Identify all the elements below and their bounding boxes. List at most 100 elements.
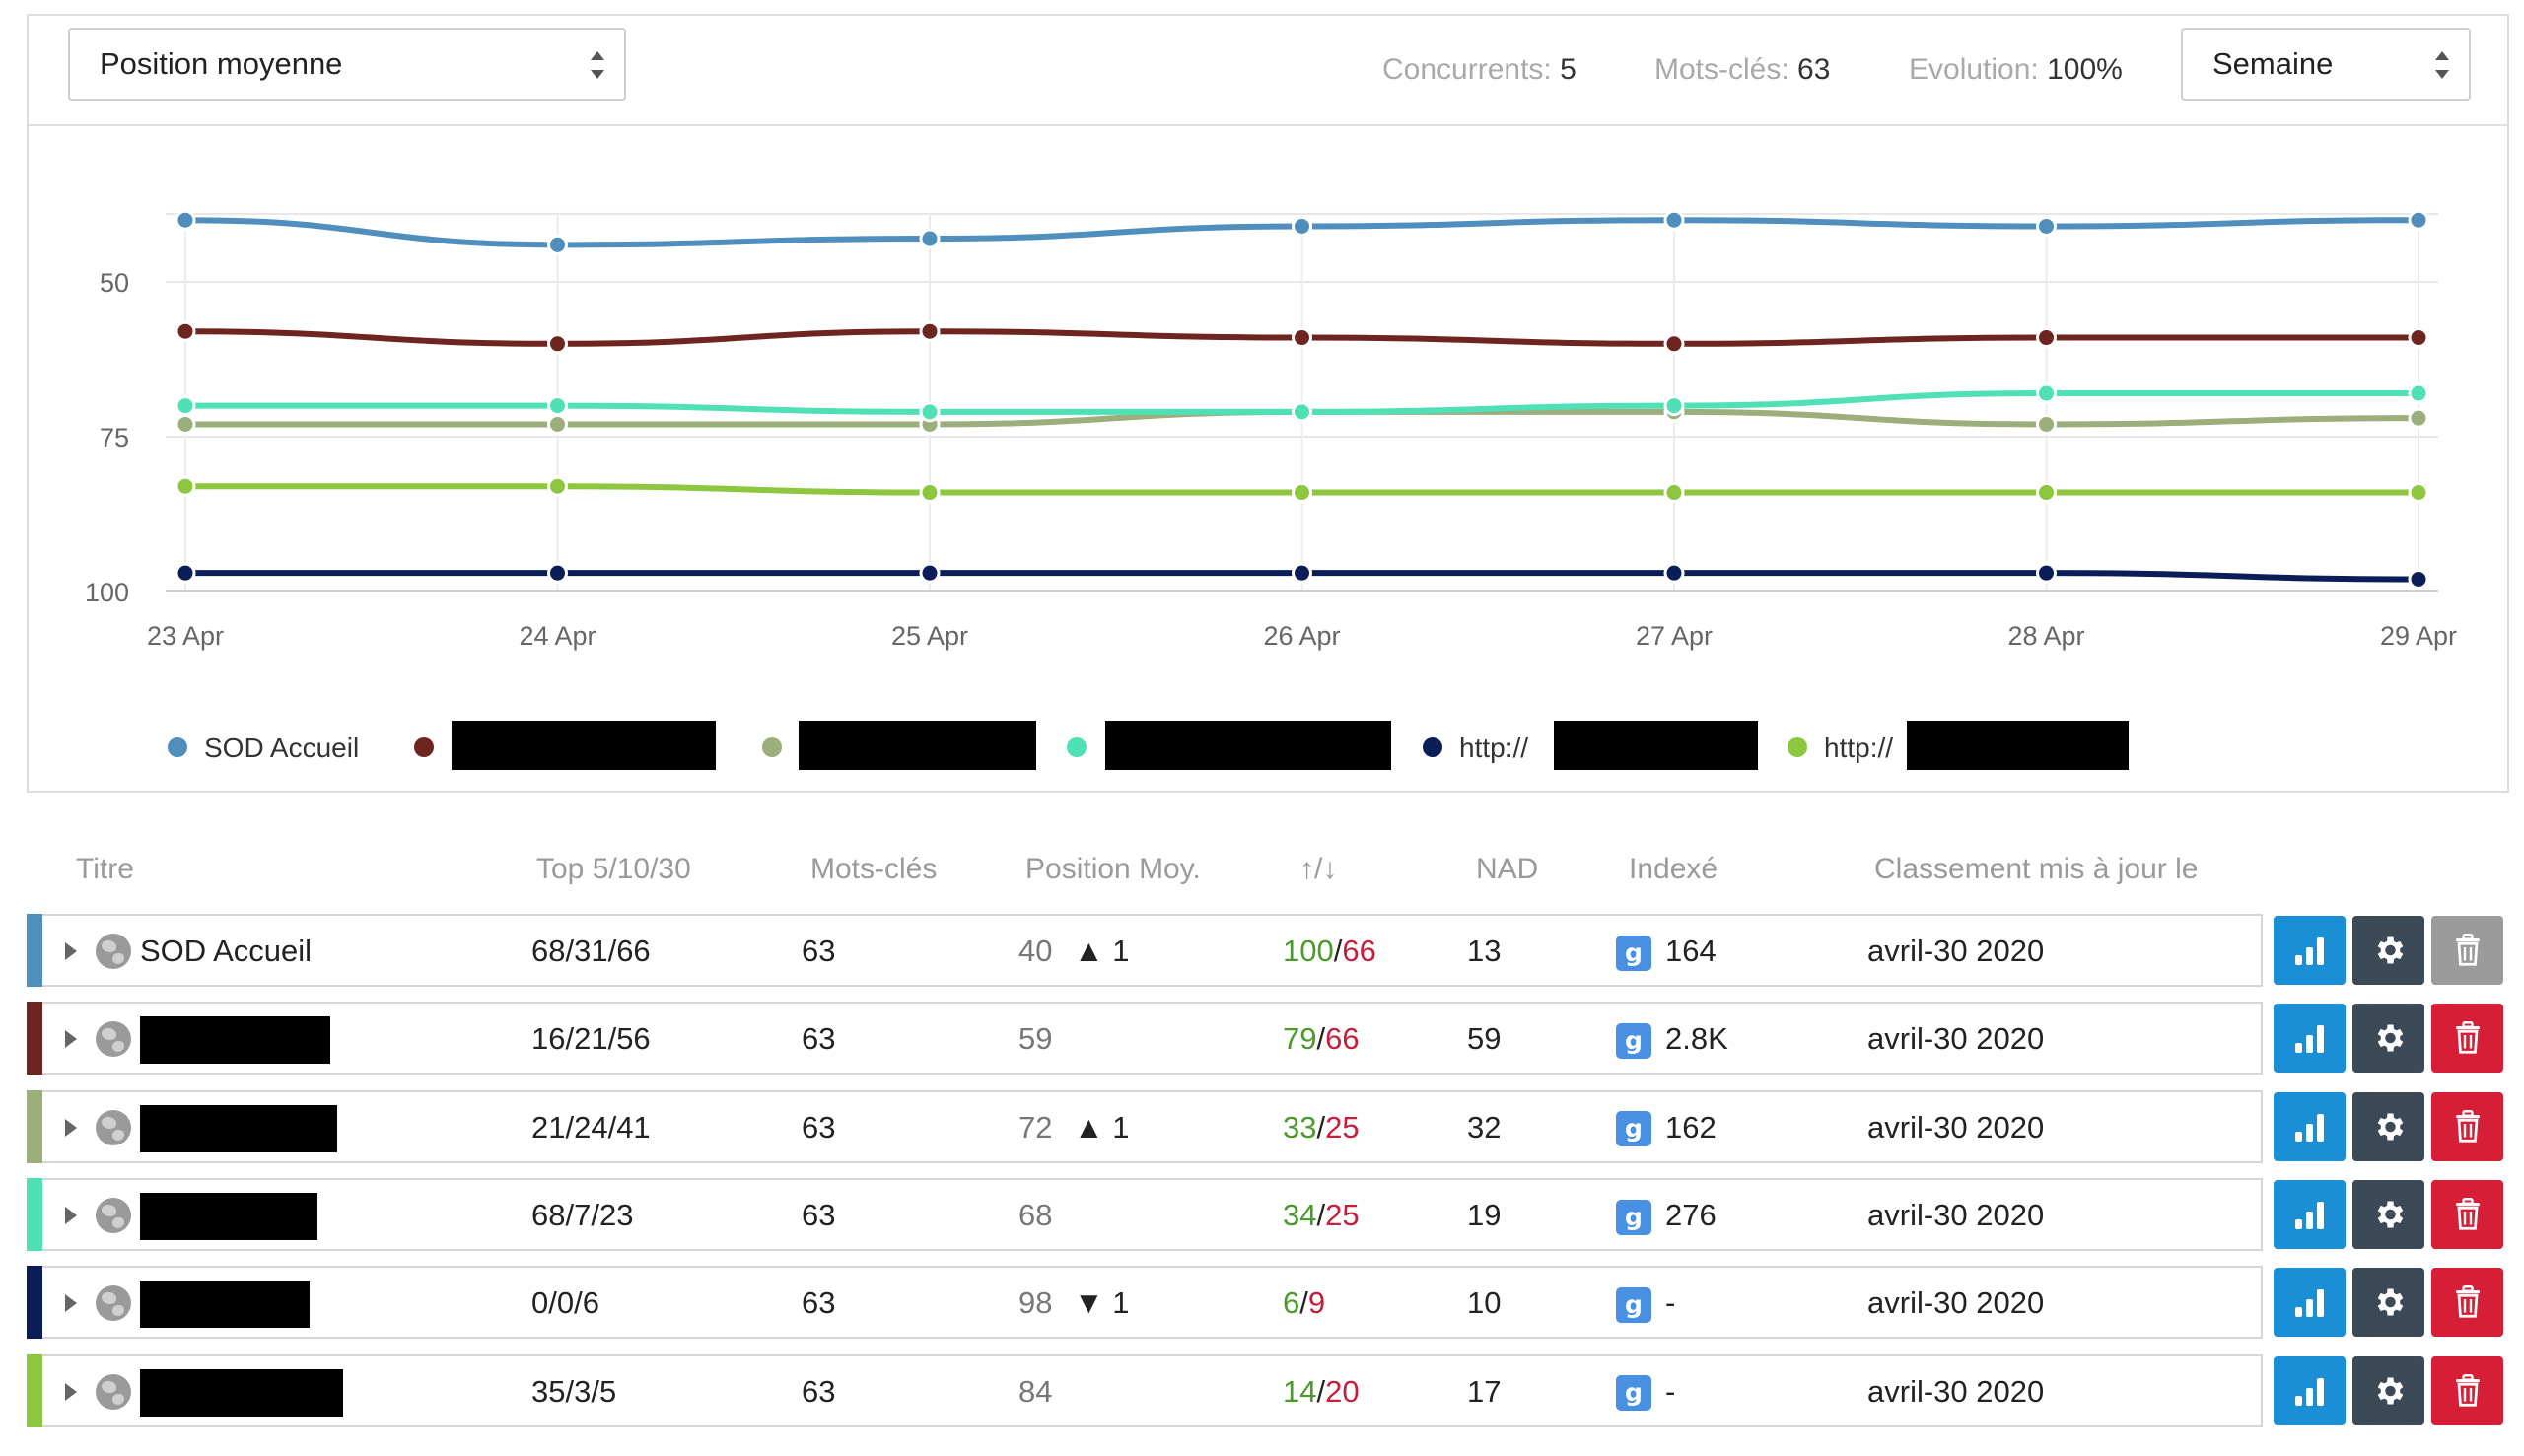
caret-right-icon[interactable] [65, 1294, 77, 1313]
settings-button[interactable] [2352, 1179, 2424, 1249]
legend-marker [168, 737, 187, 757]
caret-right-icon[interactable] [65, 1382, 77, 1401]
delete-button[interactable] [2431, 1268, 2503, 1338]
data-point [2408, 382, 2429, 404]
data-point [1663, 333, 1685, 355]
settings-button[interactable] [2352, 1091, 2424, 1161]
delete-button[interactable] [2431, 916, 2503, 985]
globe-icon [96, 1021, 131, 1058]
delete-button[interactable] [2431, 1355, 2503, 1425]
data-point [1663, 209, 1685, 231]
col-header-top[interactable]: Top 5/10/30 [536, 853, 691, 886]
row-indexed-value: - [1665, 1285, 1676, 1321]
data-point [175, 562, 196, 584]
chart-panel: Position moyenne Concurrents: 5 Mots-clé… [27, 14, 2509, 793]
row-indexed-value: 162 [1665, 1109, 1717, 1144]
row-nad: 59 [1467, 1021, 1502, 1057]
legend-marker [1788, 737, 1807, 757]
select-arrows-icon [2435, 49, 2449, 81]
row-indexed: g 276 [1616, 1180, 1717, 1251]
delete-button[interactable] [2431, 1091, 2503, 1161]
stats-button[interactable] [2274, 1179, 2346, 1249]
data-point [547, 234, 568, 255]
row-top-5-10-30: 0/0/6 [531, 1285, 599, 1321]
stats-button[interactable] [2274, 1091, 2346, 1161]
data-point [2036, 327, 2057, 349]
row-updown: 6/9 [1283, 1285, 1326, 1321]
table-row[interactable]: 0/0/6 63 98 ▼ 1 6/9 10 g- avril-30 2020 [27, 1266, 2263, 1340]
table-row[interactable]: 16/21/56 63 59 79/66 59 g 2.8K avril-30 2… [27, 1002, 2263, 1075]
row-top-5-10-30: 21/24/41 [531, 1109, 651, 1144]
col-header-position[interactable]: Position Moy. [1025, 853, 1201, 886]
row-indexed: g- [1616, 1268, 1675, 1339]
col-header-nad[interactable]: NAD [1476, 853, 1538, 886]
delete-button[interactable] [2431, 1004, 2503, 1074]
globe-icon [96, 1373, 131, 1410]
trash-icon [2453, 1373, 2483, 1408]
row-ups: 14 [1283, 1373, 1317, 1409]
row-indexed-value: 2.8K [1665, 1021, 1728, 1057]
stat-value: 5 [1560, 53, 1577, 86]
caret-right-icon[interactable] [65, 1206, 77, 1224]
table-row[interactable]: 68/7/23 63 68 34/25 19 g 276 avril-30 202… [27, 1177, 2263, 1251]
x-tick-label: 28 Apr [2007, 621, 2084, 651]
stats-button[interactable] [2274, 1004, 2346, 1074]
row-downs: 66 [1342, 934, 1376, 968]
select-arrows-icon [591, 49, 604, 81]
row-nad: 19 [1467, 1197, 1502, 1232]
x-tick-label: 24 Apr [519, 621, 596, 651]
col-header-title[interactable]: Titre [76, 853, 134, 886]
settings-button[interactable] [2352, 916, 2424, 985]
data-point [1292, 482, 1312, 504]
row-title[interactable]: SOD Accueil [140, 916, 312, 987]
col-header-updated[interactable]: Classement mis à jour le [1874, 853, 2198, 886]
stats-button[interactable] [2274, 1355, 2346, 1425]
legend-redaction [1554, 721, 1758, 770]
table-row[interactable]: 35/3/5 63 84 14/20 17 g- avril-30 2020 [27, 1353, 2263, 1427]
globe-icon [96, 934, 131, 969]
row-position: 59 [1018, 1021, 1053, 1057]
data-point [919, 562, 941, 584]
bar-chart-icon [2291, 1374, 2329, 1408]
caret-right-icon[interactable] [65, 1118, 77, 1137]
row-keywords: 63 [802, 1109, 836, 1144]
trash-icon [2453, 1285, 2483, 1319]
settings-button[interactable] [2352, 1268, 2424, 1338]
row-top-5-10-30: 16/21/56 [531, 1021, 651, 1057]
settings-button[interactable] [2352, 1004, 2424, 1074]
row-trend: ▼ 1 [1074, 1285, 1130, 1321]
table-row[interactable]: SOD Accueil 68/31/66 63 40 ▲ 1 100/66 13… [27, 914, 2263, 987]
delete-button[interactable] [2431, 1179, 2503, 1249]
row-color-bar [27, 1002, 42, 1075]
y-tick-label: 50 [100, 268, 129, 298]
settings-button[interactable] [2352, 1355, 2424, 1425]
globe-icon [96, 1197, 131, 1233]
stats-button[interactable] [2274, 1268, 2346, 1338]
row-trend: ▲ 1 [1074, 934, 1130, 968]
gear-icon [2371, 1109, 2407, 1144]
row-color-bar [27, 1266, 42, 1340]
gear-icon [2371, 1197, 2407, 1232]
table-row[interactable]: 21/24/41 63 72 ▲ 1 33/25 32 g 162 avril-3… [27, 1089, 2263, 1163]
row-updated-date: avril-30 2020 [1867, 1021, 2045, 1057]
period-select[interactable]: Semaine [2181, 28, 2471, 101]
col-header-updown[interactable]: ↑/↓ [1299, 853, 1337, 886]
caret-right-icon[interactable] [65, 1030, 77, 1049]
google-icon: g [1616, 1287, 1651, 1323]
row-indexed: g 2.8K [1616, 1004, 1728, 1075]
stat-value: 100% [2047, 53, 2123, 86]
trash-icon [2453, 1021, 2483, 1055]
metric-select[interactable]: Position moyenne [68, 28, 626, 101]
data-point [2036, 382, 2057, 404]
caret-right-icon[interactable] [65, 942, 77, 960]
row-color-bar [27, 1177, 42, 1251]
row-updown: 34/25 [1283, 1197, 1360, 1232]
data-point [2408, 482, 2429, 504]
stats-button[interactable] [2274, 916, 2346, 985]
row-position: 84 [1018, 1373, 1053, 1409]
col-header-indexed[interactable]: Indexé [1629, 853, 1718, 886]
col-header-keywords[interactable]: Mots-clés [810, 853, 937, 886]
google-icon: g [1616, 1023, 1651, 1060]
data-point [547, 413, 568, 435]
row-downs: 20 [1325, 1373, 1360, 1409]
